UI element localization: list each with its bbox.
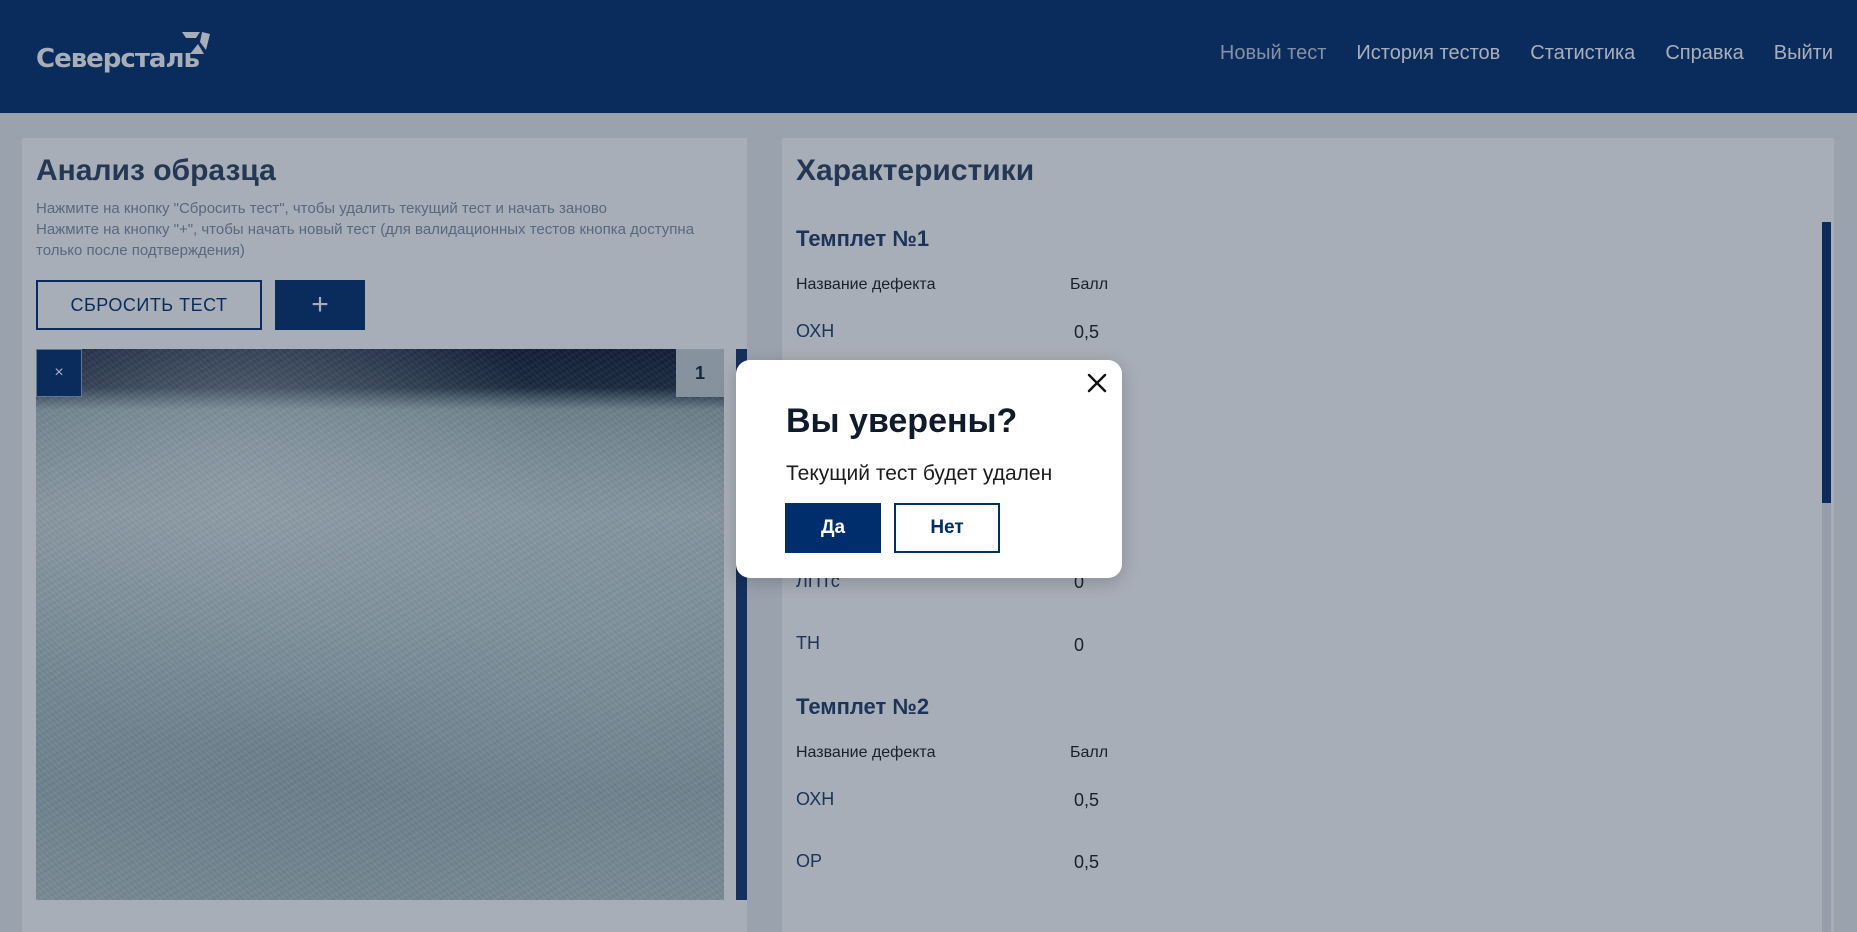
confirm-no-button[interactable]: Нет	[894, 503, 1000, 553]
confirm-yes-button[interactable]: Да	[785, 503, 881, 553]
dialog-title: Вы уверены?	[786, 402, 1018, 440]
close-dialog-button[interactable]	[1084, 370, 1110, 396]
dialog-message: Текущий тест будет удален	[786, 462, 1053, 485]
confirm-dialog: Вы уверены? Текущий тест будет удален Да…	[736, 360, 1122, 578]
close-icon	[1087, 373, 1107, 393]
